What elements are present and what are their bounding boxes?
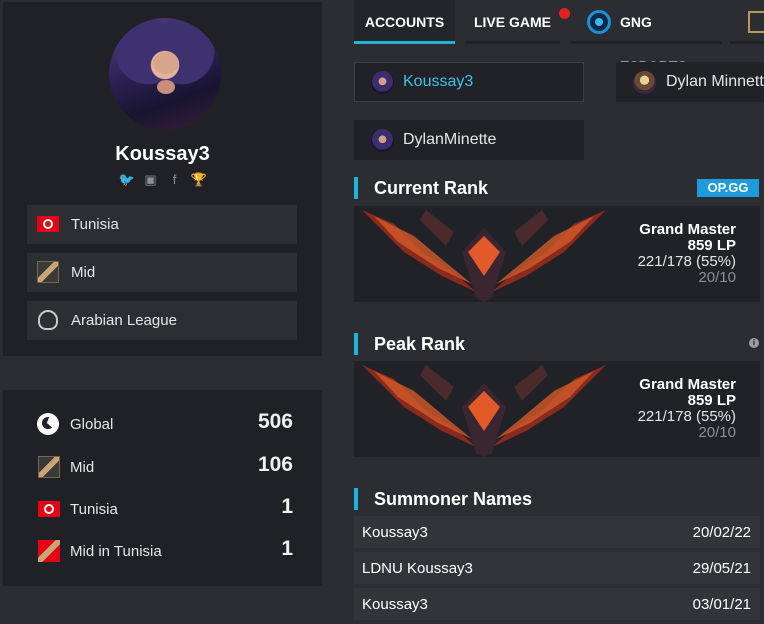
rank-season: 20/10 xyxy=(698,424,736,441)
ranking-value: 1 xyxy=(281,537,293,560)
gng-esports-logo-icon xyxy=(587,10,611,34)
account-avatar xyxy=(371,71,394,94)
info-label: Arabian League xyxy=(71,312,177,329)
account-button-dylanminette[interactable]: DylanMinette xyxy=(354,120,584,160)
current-rank-card: Grand Master 859 LP 221/178 (55%) 20/10 xyxy=(354,206,760,302)
current-rank-details: Grand Master 859 LP 221/178 (55%) 20/10 xyxy=(638,222,736,286)
ranking-row-tunisia[interactable]: Tunisia 1 xyxy=(33,494,293,524)
account-name: DylanMinette xyxy=(403,131,497,148)
current-rank-title: Current Rank xyxy=(354,177,488,199)
grandmaster-emblem-icon xyxy=(362,210,606,302)
summoner-name: LDNU Koussay3 xyxy=(362,560,473,577)
grandmaster-emblem-icon xyxy=(362,365,606,457)
ranking-value: 106 xyxy=(257,453,293,476)
tunisia-flag-icon xyxy=(38,501,60,517)
info-icon[interactable]: i xyxy=(749,338,759,348)
account-name: Koussay3 xyxy=(403,73,474,90)
summoner-name-date: 03/01/21 xyxy=(692,596,751,613)
rank-lp: 859 LP xyxy=(687,237,736,254)
ranking-label: Mid xyxy=(70,459,95,476)
rank-record: 221/178 (55%) xyxy=(637,408,736,425)
info-label: Tunisia xyxy=(71,216,119,233)
player-username: Koussay3 xyxy=(115,143,210,165)
mid-role-icon xyxy=(37,261,59,283)
summoner-name-row: Koussay3 20/02/22 xyxy=(354,516,760,548)
ranking-row-global[interactable]: Global 506 xyxy=(33,409,293,439)
facebook-icon[interactable]: f xyxy=(167,172,183,188)
rank-season: 20/10 xyxy=(698,269,736,286)
account-avatar xyxy=(371,129,394,152)
account-button-koussay3[interactable]: Koussay3 xyxy=(354,62,584,102)
rank-record: 221/178 (55%) xyxy=(637,253,736,270)
globe-icon xyxy=(37,413,59,435)
summoner-name-date: 20/02/22 xyxy=(692,524,751,541)
tab-gng-esports[interactable]: GNG ESPORTS xyxy=(571,0,722,74)
live-indicator-dot xyxy=(559,8,570,19)
info-country: Tunisia xyxy=(27,205,297,244)
account-avatar xyxy=(633,71,656,94)
player-avatar xyxy=(109,18,221,130)
tab-live-game[interactable]: LIVE GAME xyxy=(465,0,560,44)
account-name: Dylan Minnett xyxy=(666,73,764,90)
rank-tier: Grand Master xyxy=(639,221,736,238)
ranking-row-mid-tunisia[interactable]: Mid in Tunisia 1 xyxy=(33,536,293,566)
summoner-name-date: 29/05/21 xyxy=(692,560,751,577)
peak-rank-details: Grand Master 859 LP 221/178 (55%) 20/10 xyxy=(638,377,736,441)
mid-role-icon xyxy=(38,456,60,478)
summoner-name-row: Koussay3 03/01/21 xyxy=(354,588,760,620)
info-label: Mid xyxy=(71,264,96,281)
info-league[interactable]: Arabian League xyxy=(27,301,297,340)
ladder-rankings-panel: Global 506 Mid 106 Tunisia 1 Mid in Tuni… xyxy=(3,390,322,586)
rank-lp: 859 LP xyxy=(687,392,736,409)
tab-more-team[interactable] xyxy=(730,0,764,44)
rank-tier: Grand Master xyxy=(639,376,736,393)
team-logo-icon xyxy=(748,11,764,33)
ranking-label: Global xyxy=(70,416,114,433)
tunisia-flag-icon xyxy=(37,216,59,232)
summoner-name: Koussay3 xyxy=(362,596,428,613)
summoner-names-title: Summoner Names xyxy=(354,488,532,510)
twitter-icon[interactable]: 🐦 xyxy=(119,172,135,188)
social-links: 🐦 ▣ f 🏆 xyxy=(3,172,322,188)
ranking-row-mid[interactable]: Mid 106 xyxy=(33,452,293,482)
peak-rank-card: Grand Master 859 LP 221/178 (55%) 20/10 xyxy=(354,361,760,457)
profile-panel: Koussay3 🐦 ▣ f 🏆 Tunisia Mid Arabian Lea… xyxy=(3,2,322,356)
summoner-name-row: LDNU Koussay3 29/05/21 xyxy=(354,552,760,584)
arabian-league-icon xyxy=(38,310,58,330)
account-button-dylan-minnett[interactable]: Dylan Minnett xyxy=(616,62,764,102)
info-role: Mid xyxy=(27,253,297,292)
opgg-badge[interactable]: OP.GG xyxy=(697,179,759,197)
summoner-name: Koussay3 xyxy=(362,524,428,541)
twitch-icon[interactable]: ▣ xyxy=(143,172,159,188)
mid-tunisia-icon xyxy=(38,540,60,562)
ranking-value: 1 xyxy=(281,495,293,518)
ranking-label: Mid in Tunisia xyxy=(70,543,162,560)
peak-rank-title: Peak Rank xyxy=(354,333,465,355)
tab-accounts[interactable]: ACCOUNTS xyxy=(354,0,455,44)
ranking-value: 506 xyxy=(257,410,293,433)
ranking-label: Tunisia xyxy=(70,501,118,518)
trophy-icon[interactable]: 🏆 xyxy=(191,172,207,188)
